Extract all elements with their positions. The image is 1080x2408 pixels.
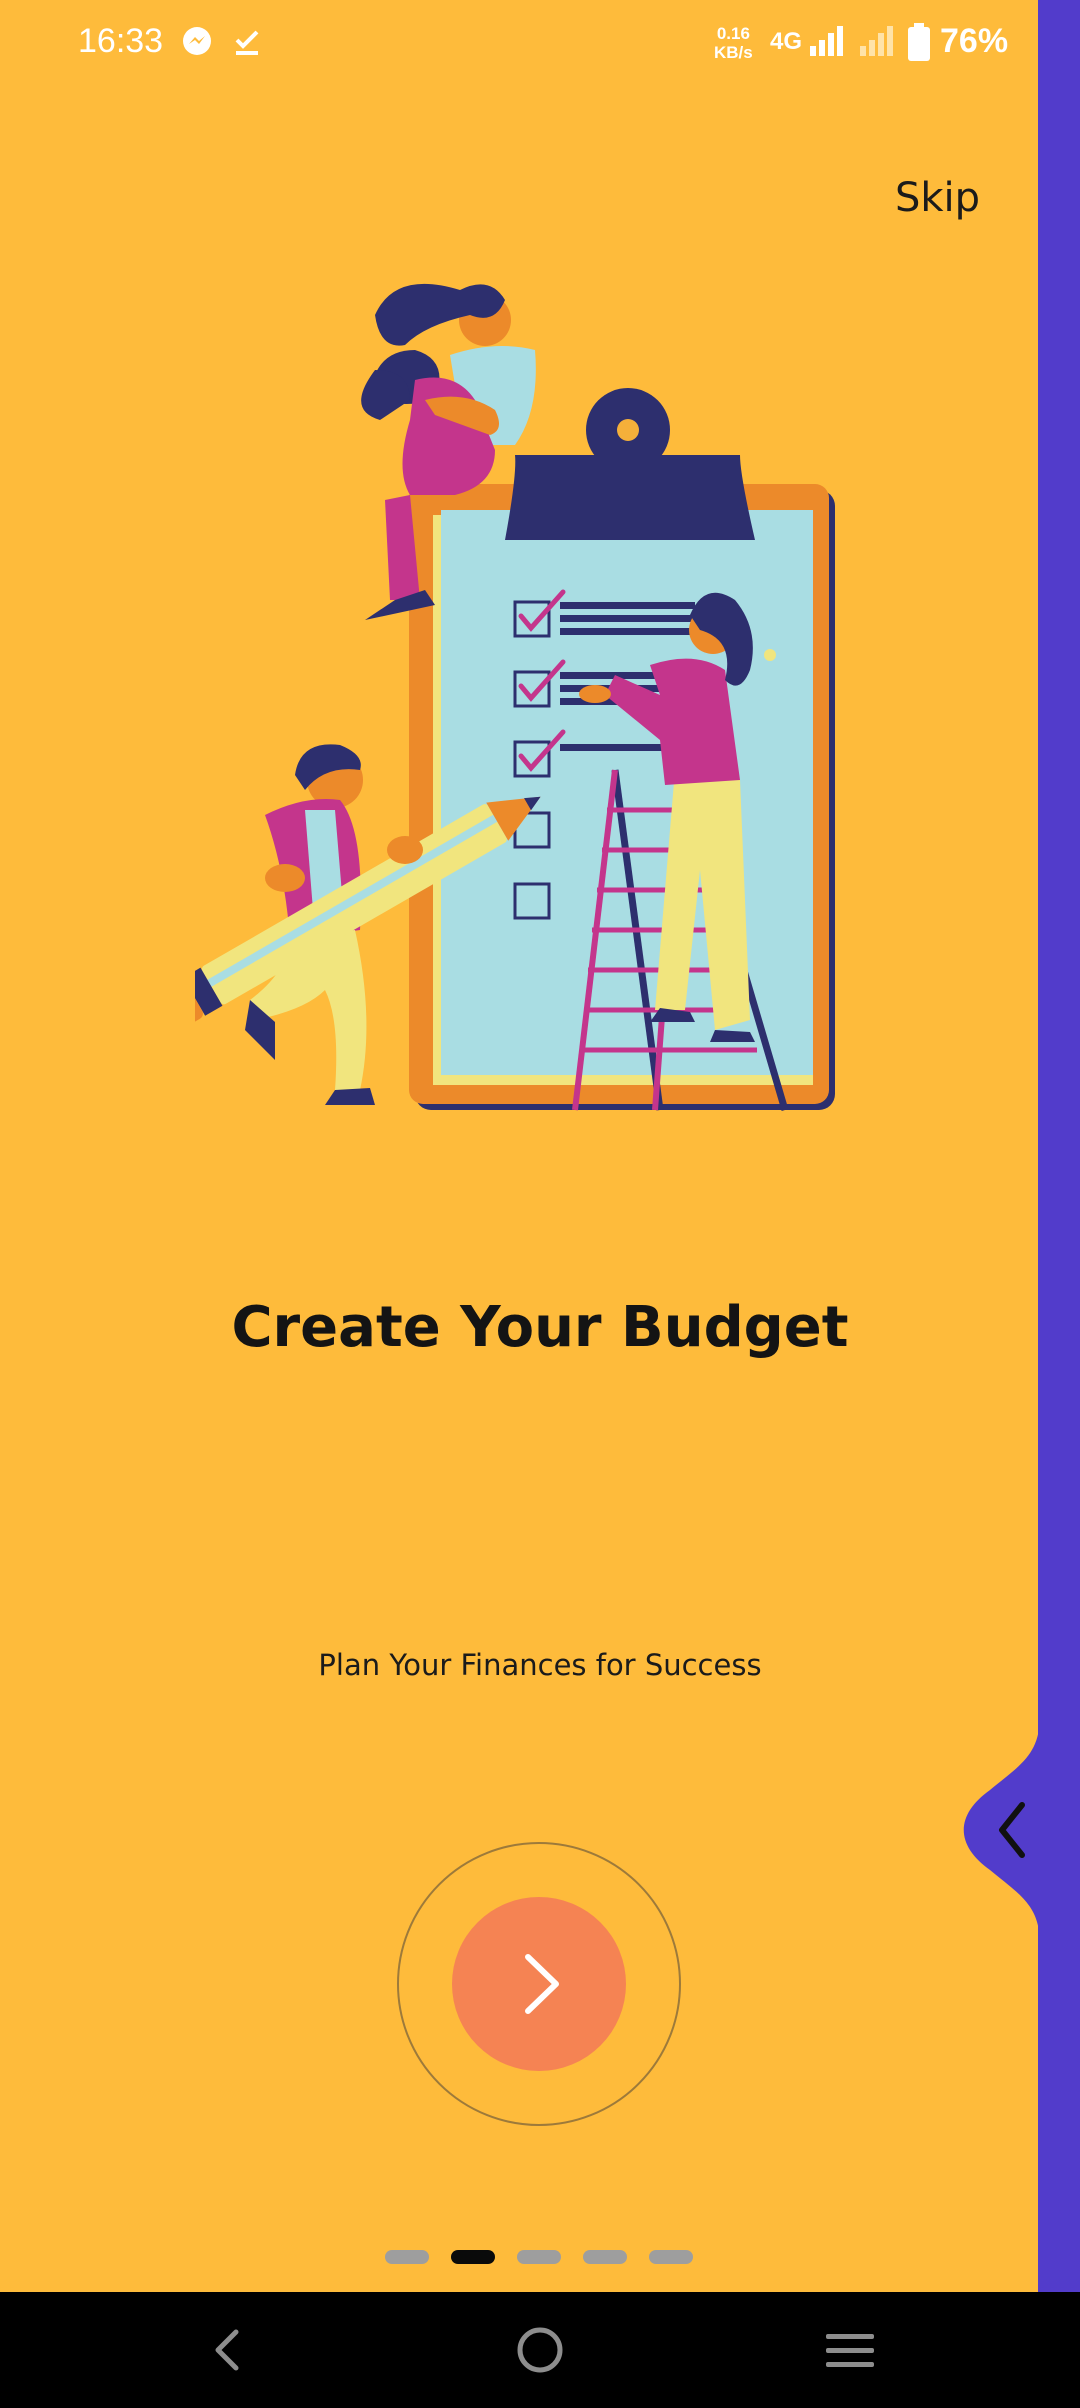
page-dot [583, 2250, 627, 2264]
page-dot-active [451, 2250, 495, 2264]
home-icon[interactable] [510, 2320, 570, 2380]
chevron-right-icon [525, 1954, 559, 2014]
next-button[interactable] [452, 1897, 626, 2071]
page-dot [649, 2250, 693, 2264]
messenger-icon [183, 27, 211, 55]
status-bar: 16:33 0.16 KB/s 4G 76% [0, 0, 1040, 90]
page-dot [385, 2250, 429, 2264]
signal-icon [810, 26, 843, 56]
onboarding-title: Create Your Budget [231, 1295, 849, 1360]
menu-icon[interactable] [820, 2320, 880, 2380]
network-type: 4G [770, 28, 803, 55]
download-done-icon [235, 30, 259, 55]
onboarding-subtitle: Plan Your Finances for Success [318, 1648, 762, 1682]
back-icon[interactable] [198, 2320, 258, 2380]
system-nav-bar [0, 2292, 1080, 2408]
skip-button[interactable]: Skip [895, 175, 980, 221]
status-time: 16:33 [78, 22, 164, 60]
net-speed: 0.16 KB/s [714, 24, 753, 62]
signal-weak-icon [860, 26, 893, 56]
budget-checklist-illustration [195, 283, 835, 1111]
battery-icon [908, 23, 930, 61]
side-panel-strip [1038, 0, 1080, 2292]
page-dot [517, 2250, 561, 2264]
side-panel-tab[interactable] [960, 1715, 1040, 1945]
battery-percent: 76% [940, 22, 1009, 60]
